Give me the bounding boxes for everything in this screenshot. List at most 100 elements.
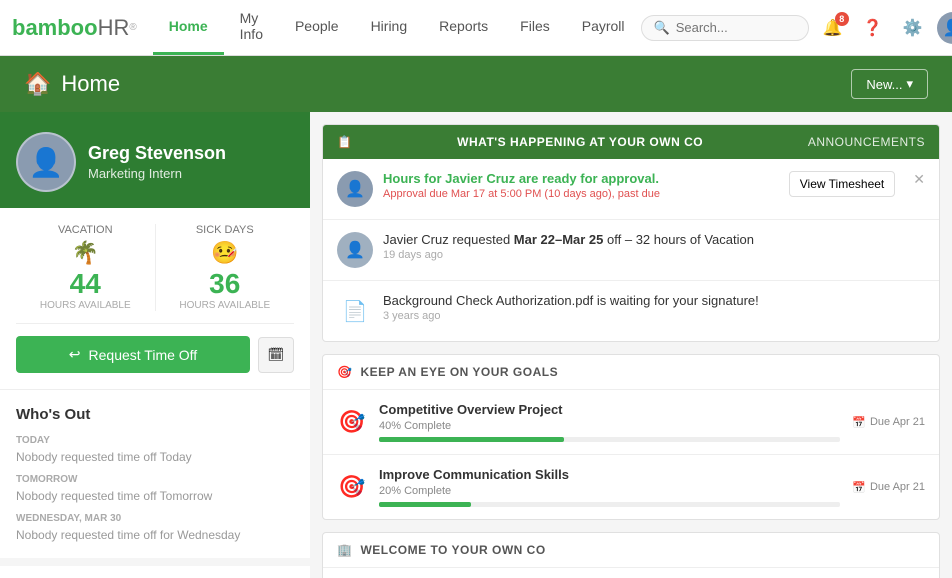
nav-links: Home My Info People Hiring Reports Files… [153, 0, 641, 55]
goal-pct-2: 20% Complete [379, 485, 840, 497]
ann-time-3: 3 years ago [383, 310, 925, 322]
time-off-card: Vacation 🌴 44 HOURS AVAILABLE Sick Days … [0, 208, 310, 389]
ann-text-2: Javier Cruz requested Mar 22–Mar 25 off … [383, 232, 925, 247]
ann-content-1: Hours for Javier Cruz are ready for appr… [383, 171, 779, 200]
goal-due-text-2: Due Apr 21 [870, 481, 925, 493]
announcements-header-icon: 📋 [337, 135, 352, 149]
nav-payroll[interactable]: Payroll [566, 0, 641, 55]
welcome-header-text: WELCOME TO YOUR OWN CO [360, 543, 545, 557]
progress-bar-2 [379, 502, 840, 507]
welcome-header: 🏢 WELCOME TO YOUR OWN CO [323, 533, 939, 568]
welcome-icon: 🏢 [337, 543, 352, 557]
ann-content-3: Background Check Authorization.pdf is wa… [383, 293, 925, 322]
sick-sub: HOURS AVAILABLE [156, 300, 295, 311]
ann-avatar-2: 👤 [337, 232, 373, 268]
page-title: Home [61, 71, 120, 97]
nav-bar: bambooHR® Home My Info People Hiring Rep… [0, 0, 952, 56]
announcements-header-title: WHAT'S HAPPENING AT YOUR OWN CO [457, 135, 703, 149]
celebrations-section: Celebrations 👤 John Ryan Apr 1 · 7th Ann… [0, 558, 310, 578]
ann-text-after: off – 32 hours of Vacation [603, 232, 754, 247]
goal-due-2: 📅 Due Apr 21 [852, 481, 925, 494]
ann-time-2: 19 days ago [383, 249, 925, 261]
user-avatar[interactable]: 👤 [937, 12, 952, 44]
new-button[interactable]: New... ▾ [851, 69, 928, 99]
logo: bambooHR® [12, 15, 137, 41]
nav-hiring[interactable]: Hiring [355, 0, 424, 55]
right-panel: 📋 WHAT'S HAPPENING AT YOUR OWN CO Announ… [310, 112, 952, 578]
vacation-label: Vacation [16, 224, 155, 236]
progress-fill-1 [379, 437, 564, 442]
today-label: TODAY [16, 435, 294, 446]
request-btn-label: Request Time Off [89, 347, 198, 363]
whos-out-section: Who's Out TODAY Nobody requested time of… [0, 389, 310, 558]
ann-bold-text: Mar 22–Mar 25 [514, 232, 604, 247]
calculator-icon: 🗓 [268, 347, 285, 363]
sick-col: Sick Days 🤒 36 HOURS AVAILABLE [156, 224, 295, 311]
calendar-icon-2: 📅 [852, 481, 866, 494]
view-timesheet-button[interactable]: View Timesheet [789, 171, 896, 197]
tomorrow-label: TOMORROW [16, 474, 294, 485]
profile-role: Marketing Intern [88, 166, 226, 181]
help-button[interactable]: ❓ [857, 12, 889, 44]
welcome-item: 👤 Jeremy Steven Account Executive in Sal… [323, 568, 939, 578]
ann-text-before: Javier Cruz requested [383, 232, 514, 247]
ann-content-2: Javier Cruz requested Mar 22–Mar 25 off … [383, 232, 925, 261]
nav-people[interactable]: People [279, 0, 355, 55]
today-nobody: Nobody requested time off Today [16, 450, 294, 464]
profile-info: Greg Stevenson Marketing Intern [88, 143, 226, 181]
vacation-sub: HOURS AVAILABLE [16, 300, 155, 311]
profile-name: Greg Stevenson [88, 143, 226, 164]
ann-link-1[interactable]: Hours for Javier Cruz are ready for appr… [383, 171, 779, 186]
announcements-card: 📋 WHAT'S HAPPENING AT YOUR OWN CO Announ… [322, 124, 940, 342]
goal-icon-1: 🎯 [337, 407, 367, 437]
goal-due-text-1: Due Apr 21 [870, 416, 925, 428]
notification-badge: 8 [835, 12, 849, 26]
vacation-hours: 44 [16, 268, 155, 300]
notifications-button[interactable]: 🔔 8 [817, 12, 849, 44]
tomorrow-nobody: Nobody requested time off Tomorrow [16, 489, 294, 503]
vacation-icon: 🌴 [16, 240, 155, 266]
sick-hours: 36 [156, 268, 295, 300]
profile-avatar: 👤 [16, 132, 76, 192]
gear-icon: ⚙️ [903, 18, 923, 38]
goal-due-1: 📅 Due Apr 21 [852, 416, 925, 429]
request-time-off-button[interactable]: ↩ Request Time Off [16, 336, 250, 373]
goal-icon-2: 🎯 [337, 472, 367, 502]
calendar-icon-1: 📅 [852, 416, 866, 429]
close-ann-button[interactable]: ✕ [913, 171, 925, 188]
ann-subtext-1: Approval due Mar 17 at 5:00 PM (10 days … [383, 188, 779, 200]
sick-icon: 🤒 [156, 240, 295, 266]
nav-files[interactable]: Files [504, 0, 566, 55]
chevron-down-icon: ▾ [906, 76, 913, 92]
wednesday-label: WEDNESDAY, MAR 30 [16, 513, 294, 524]
progress-bar-1 [379, 437, 840, 442]
nav-my-info[interactable]: My Info [224, 0, 279, 55]
ann-text-3: Background Check Authorization.pdf is wa… [383, 293, 925, 308]
goal-pct-1: 40% Complete [379, 420, 840, 432]
goal-item-2: 🎯 Improve Communication Skills 20% Compl… [323, 455, 939, 519]
settings-button[interactable]: ⚙️ [897, 12, 929, 44]
document-icon: 📄 [337, 293, 373, 329]
announcements-header-right: Announcements [808, 135, 925, 149]
goals-card: 🎯 KEEP AN EYE ON YOUR GOALS 🎯 Competitiv… [322, 354, 940, 520]
goals-header-text: KEEP AN EYE ON YOUR GOALS [360, 365, 558, 379]
ann-item-document: 📄 Background Check Authorization.pdf is … [323, 281, 939, 341]
calculator-button[interactable]: 🗓 [258, 337, 294, 373]
whos-out-title: Who's Out [16, 406, 294, 423]
goal-item-1: 🎯 Competitive Overview Project 40% Compl… [323, 390, 939, 455]
help-icon: ❓ [863, 18, 883, 38]
wednesday-nobody: Nobody requested time off for Wednesday [16, 528, 294, 542]
nav-reports[interactable]: Reports [423, 0, 504, 55]
vacation-col: Vacation 🌴 44 HOURS AVAILABLE [16, 224, 156, 311]
progress-fill-2 [379, 502, 471, 507]
logo-bamboo: bamboo [12, 15, 98, 41]
page-header: 🏠 Home New... ▾ [0, 56, 952, 112]
ann-item-approval: 👤 Hours for Javier Cruz are ready for ap… [323, 159, 939, 220]
nav-home[interactable]: Home [153, 0, 224, 55]
page-title-area: 🏠 Home [24, 71, 120, 97]
goal-name-1: Competitive Overview Project [379, 402, 840, 417]
search-box: 🔍 [641, 15, 809, 41]
search-icon: 🔍 [654, 20, 670, 36]
search-input[interactable] [676, 20, 796, 35]
ann-avatar-1: 👤 [337, 171, 373, 207]
